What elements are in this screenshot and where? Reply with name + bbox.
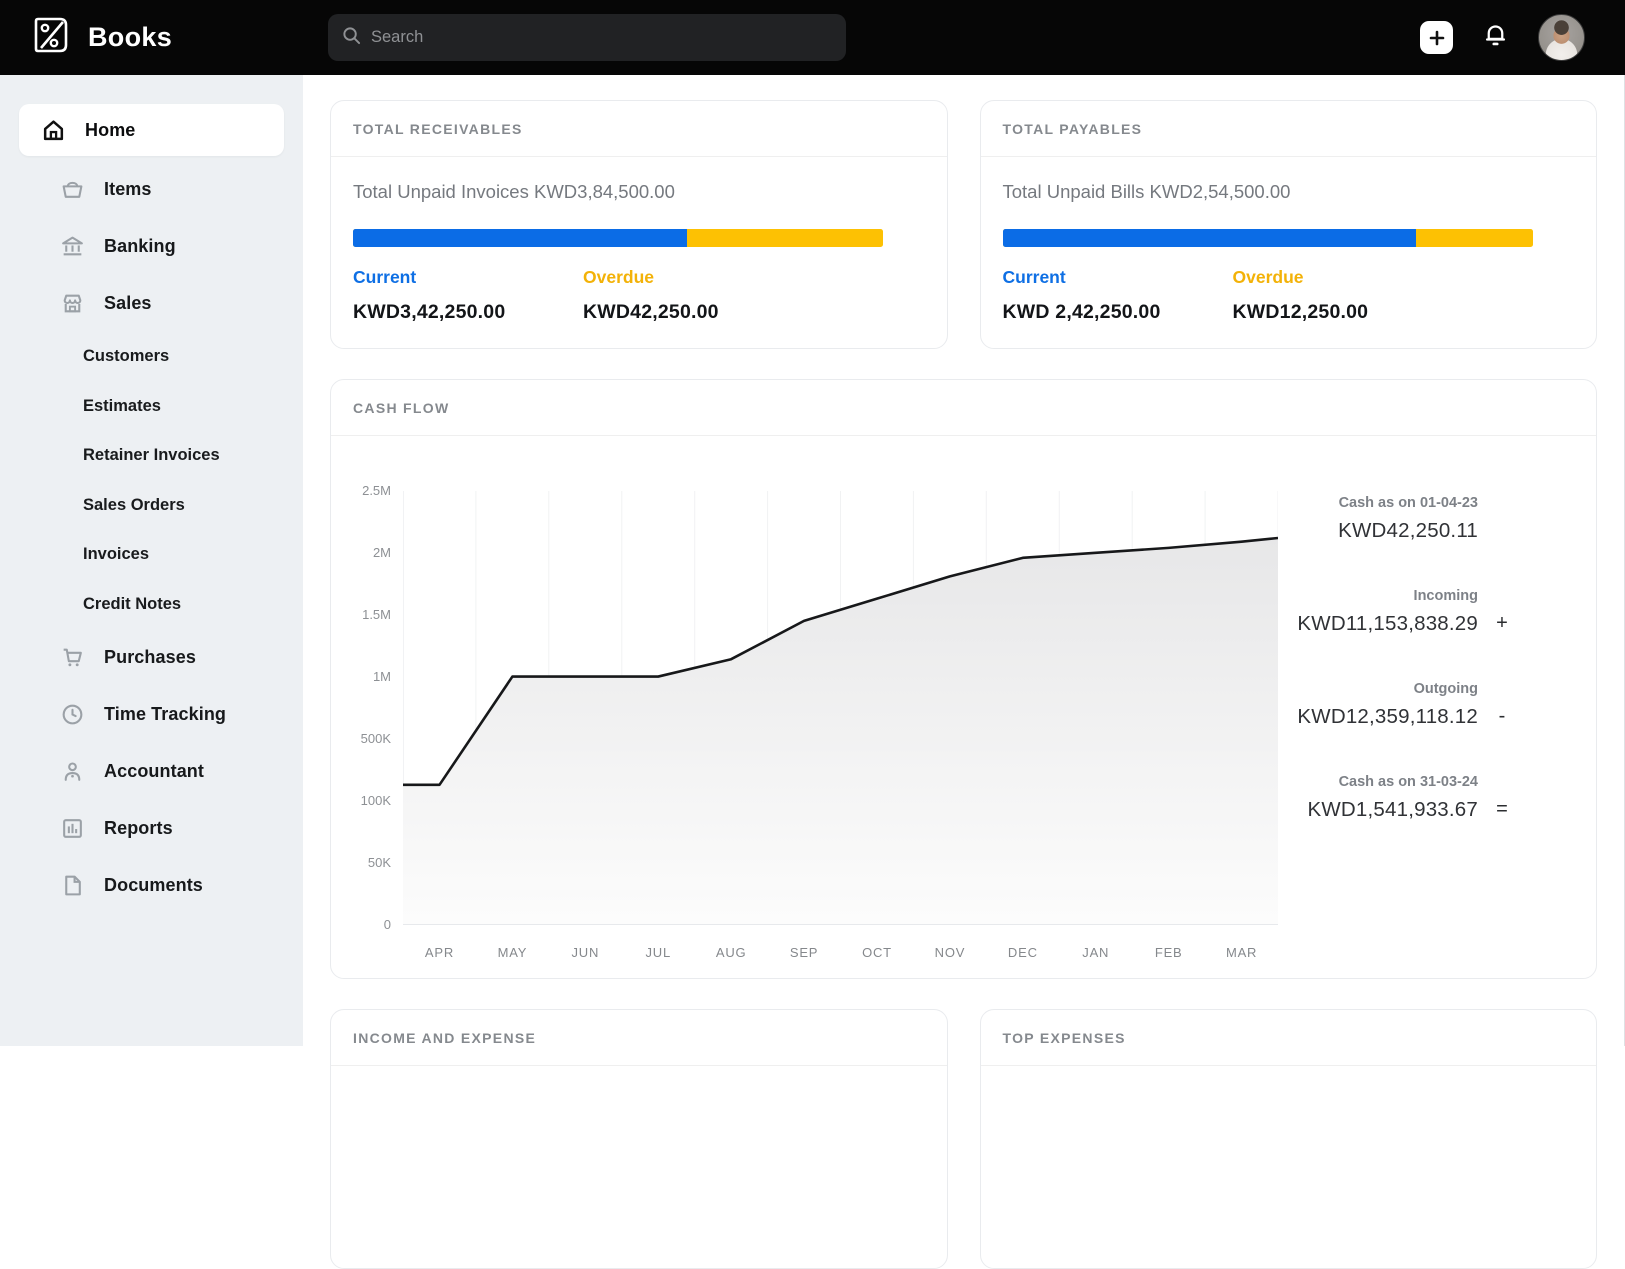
receivables-current-amount: KWD3,42,250.00 <box>353 301 506 323</box>
sidebar-item-sales[interactable]: Sales <box>19 275 284 332</box>
books-logo-icon <box>30 14 72 61</box>
document-icon <box>59 873 85 898</box>
app-title: Books <box>88 22 173 52</box>
unpaid-invoices-summary: Total Unpaid Invoices KWD3,84,500.00 <box>353 181 675 202</box>
plus-symbol: + <box>1496 612 1508 634</box>
bar-chart-icon <box>59 816 85 841</box>
notifications-bell-icon[interactable] <box>1482 22 1509 54</box>
home-icon <box>40 118 66 143</box>
equals-symbol: = <box>1496 798 1508 820</box>
receivables-current-bar <box>353 229 687 247</box>
user-avatar[interactable] <box>1538 14 1585 61</box>
sidebar-item-estimates[interactable]: Estimates <box>0 382 303 432</box>
sidebar-item-label: Banking <box>104 236 176 256</box>
cash-flow-y-axis: 2.5M 2M 1.5M 1M 500K 100K 50K 0 <box>360 483 391 932</box>
unpaid-bills-summary: Total Unpaid Bills KWD2,54,500.00 <box>1002 181 1291 202</box>
sidebar-item-time-tracking[interactable]: Time Tracking <box>19 686 284 743</box>
top-expenses-card: TOP EXPENSES <box>979 1009 1597 1269</box>
sidebar-item-label: Sales <box>104 293 152 313</box>
cash-flow-x-axis: APR MAY JUN JUL AUG SEP OCT NOV DEC JAN … <box>424 945 1258 960</box>
minus-symbol: - <box>1498 705 1506 727</box>
cash-flow-card-title: CASH FLOW <box>353 399 450 416</box>
payables-overdue-amount: KWD12,250.00 <box>1232 301 1369 323</box>
cart-icon <box>59 645 85 670</box>
sidebar-item-label: Time Tracking <box>104 704 227 724</box>
sidebar-item-banking[interactable]: Banking <box>19 218 284 275</box>
sidebar-item-label: Accountant <box>104 761 204 781</box>
payables-current-bar <box>1002 229 1416 247</box>
sidebar-item-invoices[interactable]: Invoices <box>0 530 303 580</box>
receivables-overdue-amount: KWD42,250.00 <box>583 301 719 323</box>
basket-icon <box>59 177 85 202</box>
quick-create-button[interactable] <box>1420 21 1453 54</box>
sidebar-item-label: Reports <box>104 818 173 838</box>
top-expenses-card-title: TOP EXPENSES <box>1002 1029 1126 1046</box>
sidebar-item-items[interactable]: Items <box>19 161 284 218</box>
sidebar-item-reports[interactable]: Reports <box>19 800 284 857</box>
sidebar-item-label: Documents <box>104 875 203 895</box>
payables-overdue-label: Overdue <box>1232 267 1304 287</box>
cash-opening-stat: Cash as on 01-04-23 KWD42,250.11 <box>1338 495 1478 542</box>
sidebar-item-sales-orders[interactable]: Sales Orders <box>0 481 303 531</box>
sidebar-nav: Home Items Banking Sales Customers Estim… <box>0 75 303 1046</box>
dashboard-main: TOTAL RECEIVABLES Total Unpaid Invoices … <box>303 75 1625 1269</box>
income-expense-card-title: INCOME AND EXPENSE <box>353 1029 537 1046</box>
payables-card-title: TOTAL PAYABLES <box>1002 120 1143 137</box>
cash-flow-stats: Cash as on 01-04-23 KWD42,250.11 Incomin… <box>1278 491 1596 960</box>
receivables-progress-bar <box>353 229 883 247</box>
topbar: Books <box>0 0 1625 75</box>
receivables-current-label: Current <box>353 267 417 287</box>
cash-flow-card: CASH FLOW 2.5M 2M 1.5M 1M 500K 100K 50K … <box>330 379 1597 979</box>
sidebar-item-retainer-invoices[interactable]: Retainer Invoices <box>0 431 303 481</box>
app-logo[interactable]: Books <box>0 14 303 61</box>
clock-icon <box>59 702 85 727</box>
sidebar-item-home[interactable]: Home <box>19 104 284 156</box>
search-icon <box>342 26 361 50</box>
receivables-overdue-label: Overdue <box>583 267 654 287</box>
total-payables-card: TOTAL PAYABLES Total Unpaid Bills KWD2,5… <box>979 100 1597 349</box>
income-and-expense-card: INCOME AND EXPENSE <box>330 1009 948 1269</box>
cash-closing-stat: Cash as on 31-03-24 KWD1,541,933.67 = <box>1307 774 1507 822</box>
sidebar-item-credit-notes[interactable]: Credit Notes <box>0 580 303 630</box>
receivables-card-title: TOTAL RECEIVABLES <box>353 120 523 137</box>
sidebar-item-label: Purchases <box>104 647 196 667</box>
payables-current-label: Current <box>1002 267 1066 287</box>
payables-progress-bar <box>1002 229 1533 247</box>
sidebar-item-documents[interactable]: Documents <box>19 857 284 914</box>
payables-current-amount: KWD 2,42,250.00 <box>1002 301 1161 323</box>
cash-flow-chart[interactable] <box>403 491 1278 925</box>
outgoing-stat: Outgoing KWD12,359,118.12 - <box>1297 681 1505 729</box>
search-input[interactable] <box>371 28 832 47</box>
storefront-icon <box>59 291 85 316</box>
sidebar-item-label: Items <box>104 179 152 199</box>
incoming-stat: Incoming KWD11,153,838.29 + <box>1297 588 1507 636</box>
person-icon <box>59 759 85 784</box>
total-receivables-card: TOTAL RECEIVABLES Total Unpaid Invoices … <box>330 100 948 349</box>
sidebar-item-customers[interactable]: Customers <box>0 332 303 382</box>
bank-icon <box>59 234 85 259</box>
sidebar-item-label: Home <box>85 119 136 140</box>
search-bar[interactable] <box>328 14 846 61</box>
sidebar-item-accountant[interactable]: Accountant <box>19 743 284 800</box>
sidebar-item-purchases[interactable]: Purchases <box>19 629 284 686</box>
